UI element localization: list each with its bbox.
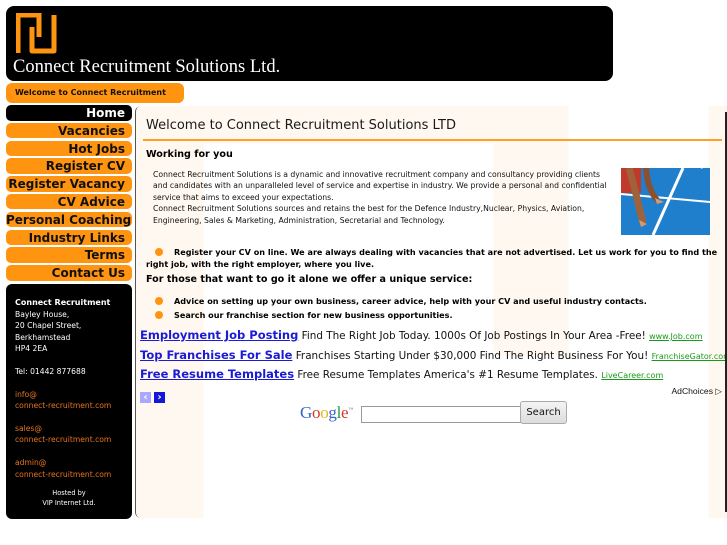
chevron-left-icon[interactable]: ‹ (140, 392, 151, 403)
address-line: Bayley House, (15, 309, 70, 319)
welcome-tab[interactable]: Welcome to Connect Recruitment (6, 83, 184, 103)
email-user: admin@ (15, 457, 47, 467)
page-title: Welcome to Connect Recruitment Solutions… (146, 118, 456, 133)
ad-headline-link[interactable]: Top Franchises For Sale (140, 348, 292, 362)
site-title: Connect Recruitment Solutions Ltd. (13, 57, 281, 77)
hosted-by: Hosted by VIP Internet Ltd. (6, 489, 132, 508)
email-info-link[interactable]: info@ connect-recruitment.com (15, 389, 132, 412)
email-domain: connect-recruitment.com (15, 401, 112, 411)
title-divider (143, 139, 722, 141)
ad-url-link[interactable]: www.Job.com (649, 332, 702, 341)
site-header: Connect Recruitment Solutions Ltd. (6, 6, 613, 81)
ad-pager: ‹ › (140, 385, 168, 404)
address-line: HP4 2EA (15, 344, 48, 354)
nav-vacancies[interactable]: Vacancies (6, 122, 132, 139)
ad-item: Free Resume Templates Free Resume Templa… (140, 365, 726, 385)
hosted-by-label: Hosted by (52, 489, 86, 497)
contact-box: Connect Recruitment Bayley House, 20 Cha… (6, 284, 132, 519)
ad-block: Employment Job Posting Find The Right Jo… (140, 326, 727, 385)
email-domain: connect-recruitment.com (15, 469, 112, 479)
bullet-text: Advice on setting up your own business, … (174, 296, 647, 306)
bullet-text: Search our franchise section for new bus… (174, 310, 453, 320)
adchoices-link[interactable]: AdChoices ▷ (671, 386, 722, 397)
bullet-franchise: Search our franchise section for new bus… (155, 309, 453, 321)
nav-personal-coaching[interactable]: Personal Coaching (6, 211, 132, 228)
nav-cv-advice[interactable]: CV Advice (6, 193, 132, 210)
nav-terms[interactable]: Terms (6, 247, 132, 263)
nav-contact-us[interactable]: Contact Us (6, 265, 132, 281)
bullet-register-cv: Register your CV on line. We are always … (146, 246, 720, 270)
intro-paragraph: Connect Recruitment Solutions sources an… (153, 204, 585, 225)
telephone: Tel: 01442 877688 (15, 366, 86, 376)
email-admin-link[interactable]: admin@ connect-recruitment.com (15, 457, 132, 480)
google-logo: Google™ (300, 403, 353, 422)
nav-register-vacancy[interactable]: Register Vacancy (6, 176, 132, 192)
address-line: 20 Chapel Street, (15, 321, 82, 331)
ad-description: Franchises Starting Under $30,000 Find T… (295, 349, 649, 362)
nav-hot-jobs[interactable]: Hot Jobs (6, 140, 132, 157)
service-heading: For those that want to go it alone we of… (146, 274, 473, 285)
trademark: ™ (348, 408, 353, 413)
sprinter-start-photo (621, 168, 710, 235)
email-sales-link[interactable]: sales@ connect-recruitment.com (15, 423, 132, 446)
email-domain: connect-recruitment.com (15, 435, 112, 445)
search-button[interactable]: Search (520, 401, 567, 424)
ad-url-link[interactable]: FranchiseGator.com (652, 352, 727, 361)
bullet-text-continued: right job, with the right employer, wher… (146, 259, 375, 269)
ad-description: Free Resume Templates America's #1 Resum… (297, 369, 598, 381)
search-input[interactable] (361, 406, 522, 423)
bullet-dot-icon (155, 297, 163, 305)
connect-logo-icon (16, 13, 57, 54)
chevron-right-icon[interactable]: › (154, 392, 165, 403)
section-heading: Working for you (146, 149, 233, 160)
email-user: sales@ (15, 423, 42, 433)
ad-url-link[interactable]: LiveCareer.com (601, 371, 663, 380)
nav-industry-links[interactable]: Industry Links (6, 229, 132, 246)
ad-item: Top Franchises For Sale Franchises Start… (140, 346, 727, 366)
contact-org: Connect Recruitment (15, 298, 111, 307)
nav-home[interactable]: Home (6, 105, 132, 121)
address-line: Berkhamstead (15, 332, 71, 342)
bullet-dot-icon (155, 248, 163, 256)
ad-item: Employment Job Posting Find The Right Jo… (140, 326, 726, 346)
main-content: Welcome to Connect Recruitment Solutions… (135, 106, 727, 518)
bullet-text: Register your CV on line. We are always … (174, 247, 718, 257)
intro-text: Connect Recruitment Solutions is a dynam… (153, 169, 613, 226)
sidebar-nav: Home Vacancies Hot Jobs Register CV Regi… (6, 105, 132, 283)
ad-description: Find The Right Job Today. 1000s Of Job P… (301, 330, 646, 342)
nav-register-cv[interactable]: Register CV (6, 158, 132, 174)
bullet-advice: Advice on setting up your own business, … (155, 295, 647, 307)
ad-headline-link[interactable]: Free Resume Templates (140, 367, 294, 381)
ad-headline-link[interactable]: Employment Job Posting (140, 328, 298, 342)
email-user: info@ (15, 389, 37, 399)
bullet-dot-icon (155, 311, 163, 319)
intro-paragraph: Connect Recruitment Solutions is a dynam… (153, 170, 607, 202)
hosted-by-company: VIP Internet Ltd. (42, 498, 96, 507)
